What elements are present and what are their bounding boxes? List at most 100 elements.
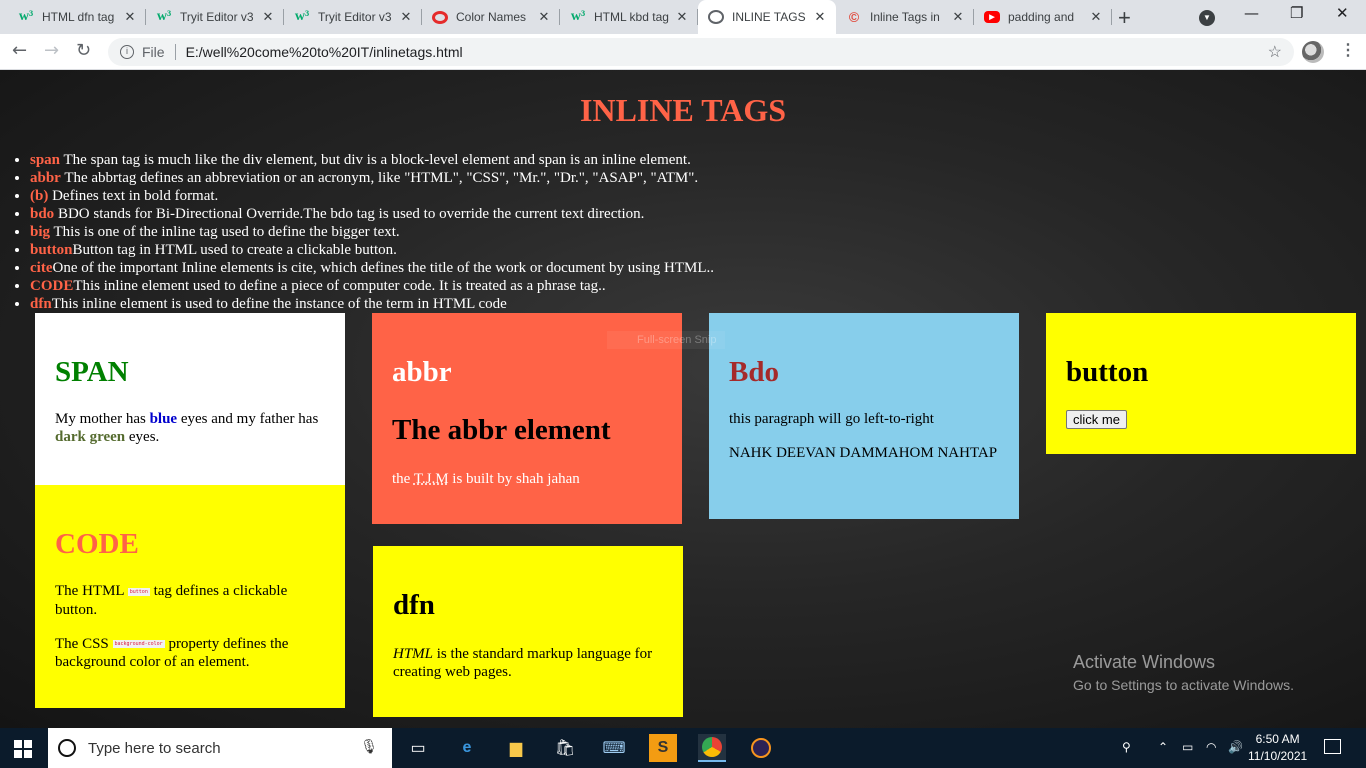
- chrome-icon[interactable]: [698, 734, 726, 762]
- tag-name: (b): [30, 188, 49, 204]
- tag-name: button: [30, 242, 73, 258]
- click-me-button[interactable]: click me: [1066, 410, 1127, 429]
- task-view-icon[interactable]: ▭: [404, 734, 432, 762]
- code-paragraph-2: The CSS background-color property define…: [55, 635, 325, 672]
- span-demo-box: SPAN My mother has blue eyes and my fath…: [35, 313, 345, 485]
- microphone-icon[interactable]: 🎙: [360, 738, 378, 755]
- code-p2-before: The CSS: [55, 635, 113, 652]
- file-explorer-icon[interactable]: ▆: [502, 734, 530, 762]
- search-placeholder: Type here to search: [88, 739, 221, 757]
- close-icon[interactable]: ✕: [258, 9, 278, 25]
- info-icon[interactable]: i: [120, 45, 134, 59]
- tag-name: CODE: [30, 278, 74, 294]
- bookmark-star-icon[interactable]: ☆: [1268, 42, 1282, 62]
- code-chip: background-color: [112, 640, 165, 649]
- cortana-icon: [58, 739, 76, 757]
- span-heading: SPAN: [55, 356, 129, 388]
- close-icon[interactable]: ✕: [672, 9, 692, 25]
- tag-description: BDO stands for Bi-Directional Override.T…: [54, 206, 645, 222]
- tag-name: bdo: [30, 206, 55, 222]
- abbr-term[interactable]: T.J.M: [414, 471, 449, 487]
- globe-icon: [708, 10, 724, 24]
- chevron-up-icon[interactable]: ⌃: [1158, 740, 1168, 754]
- tab-tryit-1[interactable]: w³ Tryit Editor v3 ✕: [146, 0, 284, 34]
- tag-list: span The span tag is much like the div e…: [0, 151, 714, 313]
- wifi-icon[interactable]: ◠: [1206, 740, 1216, 754]
- bdo-heading: Bdo: [729, 356, 779, 388]
- tag-description: This is one of the inline tag used to de…: [50, 224, 400, 240]
- tab-inline-tags-in[interactable]: © Inline Tags in ✕: [836, 0, 974, 34]
- tab-inline-tags[interactable]: INLINE TAGS ✕: [698, 0, 836, 34]
- new-tab-button[interactable]: +: [1118, 5, 1131, 31]
- kebab-menu-icon[interactable]: ⋮: [1340, 40, 1356, 60]
- page-title: INLINE TAGS: [580, 92, 786, 128]
- address-bar[interactable]: i File E:/well%20come%20to%20IT/inlineta…: [108, 38, 1294, 66]
- scheme-label: File: [142, 44, 165, 60]
- taskbar-search[interactable]: Type here to search 🎙: [48, 728, 392, 768]
- tab-html-kbd[interactable]: w³ HTML kbd tag ✕: [560, 0, 698, 34]
- bdo-line-1: this paragraph will go left-to-right: [729, 411, 934, 427]
- sublime-icon[interactable]: S: [649, 734, 677, 762]
- close-icon[interactable]: ✕: [534, 9, 554, 25]
- close-window-icon[interactable]: ✕: [1336, 4, 1349, 22]
- dfn-term: HTML: [393, 646, 434, 662]
- network-app-icon[interactable]: ⌨: [600, 734, 628, 762]
- notification-center-icon[interactable]: [1324, 739, 1341, 754]
- battery-icon[interactable]: ▭: [1182, 740, 1193, 754]
- list-item: big This is one of the inline tag used t…: [30, 223, 714, 241]
- tag-name: cite: [30, 260, 53, 276]
- tab-label: Tryit Editor v3: [180, 10, 254, 24]
- reload-icon[interactable]: ↻: [76, 40, 91, 61]
- list-item: (b) Defines text in bold format.: [30, 187, 714, 205]
- span-text-middle: eyes and my father has: [177, 411, 319, 427]
- store-icon[interactable]: 🛍: [551, 734, 579, 762]
- tab-html-dfn[interactable]: w³ HTML dfn tag ✕: [8, 0, 146, 34]
- tab-label: Tryit Editor v3: [318, 10, 392, 24]
- code-paragraph-1: The HTML button tag defines a clickable …: [55, 582, 325, 619]
- close-icon[interactable]: ✕: [120, 9, 140, 25]
- tab-tryit-2[interactable]: w³ Tryit Editor v3 ✕: [284, 0, 422, 34]
- w3schools-icon: w³: [294, 9, 310, 24]
- url-text[interactable]: E:/well%20come%20to%20IT/inlinetags.html: [186, 44, 463, 60]
- tab-search-icon[interactable]: ▼: [1199, 10, 1215, 26]
- tag-description: Button tag in HTML used to create a clic…: [72, 242, 397, 258]
- dfn-paragraph: HTML is the standard markup language for…: [393, 645, 663, 681]
- list-item: dfnThis inline element is used to define…: [30, 295, 714, 313]
- green-word: dark green: [55, 429, 126, 445]
- activate-windows-watermark: Activate Windows Go to Settings to activ…: [1073, 652, 1294, 693]
- tab-separator: [1111, 9, 1112, 25]
- restore-icon[interactable]: ❐: [1290, 4, 1303, 22]
- code-chip: button: [127, 587, 150, 596]
- browser-toolbar: ← → ↻ i File E:/well%20come%20to%20IT/in…: [0, 34, 1366, 70]
- system-clock[interactable]: 6:50 AM 11/10/2021: [1248, 731, 1307, 765]
- span-text-after: eyes.: [125, 429, 160, 445]
- forward-icon[interactable]: →: [44, 40, 59, 61]
- close-icon[interactable]: ✕: [1086, 9, 1106, 25]
- tab-strip: w³ HTML dfn tag ✕ w³ Tryit Editor v3 ✕ w…: [0, 0, 1366, 34]
- people-icon[interactable]: ⚲: [1122, 740, 1131, 754]
- bdo-line-2: NAHK DEEVAN DAMMAHOM NAHTAP: [729, 445, 998, 461]
- close-icon[interactable]: ✕: [948, 9, 968, 25]
- back-icon[interactable]: ←: [12, 40, 27, 61]
- abbr-text-after: is built by shah jahan: [448, 471, 580, 487]
- tag-description: One of the important Inline elements is …: [52, 260, 714, 276]
- watermark-line-1: Activate Windows: [1073, 652, 1216, 672]
- close-icon[interactable]: ✕: [396, 9, 416, 25]
- tab-padding-and[interactable]: ▶ padding and ✕: [974, 0, 1112, 34]
- omnibox-divider: [174, 44, 176, 60]
- taskbar: Type here to search 🎙 ▭ e ▆ 🛍 ⌨ S ⚲ ⌃ ▭ …: [0, 728, 1366, 768]
- c-logo-icon: ©: [848, 9, 860, 25]
- tab-label: HTML kbd tag: [594, 10, 669, 24]
- tab-color-names[interactable]: Color Names ✕: [422, 0, 560, 34]
- tag-name: span: [30, 152, 61, 168]
- tag-description: Defines text in bold format.: [48, 188, 219, 204]
- profile-avatar[interactable]: [1302, 41, 1324, 63]
- volume-icon[interactable]: 🔊: [1228, 740, 1243, 754]
- tab-label: HTML dfn tag: [42, 10, 115, 24]
- edge-icon[interactable]: e: [453, 734, 481, 762]
- close-icon[interactable]: ✕: [810, 9, 830, 25]
- minimize-icon[interactable]: —: [1244, 4, 1259, 22]
- windows-start-icon[interactable]: [14, 740, 32, 758]
- code-demo-box: CODE The HTML button tag defines a click…: [35, 485, 345, 708]
- eclipse-icon[interactable]: [747, 734, 775, 762]
